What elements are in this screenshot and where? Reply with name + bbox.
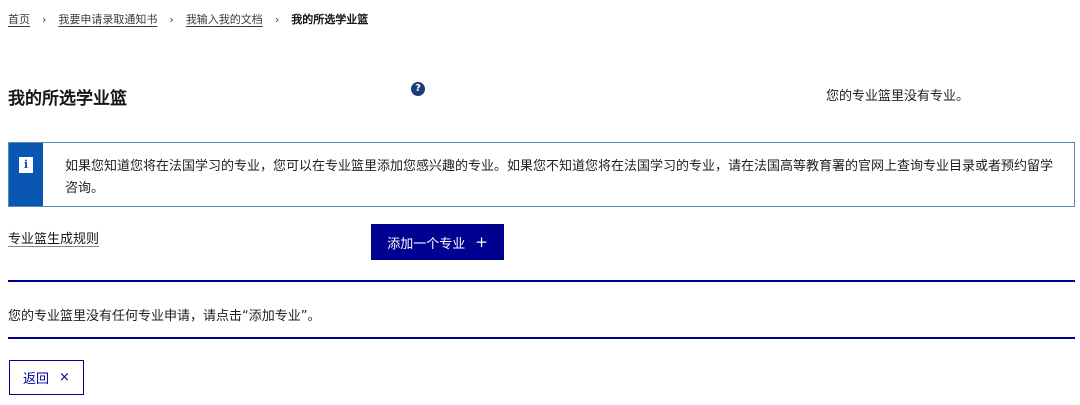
- empty-basket-message: 您的专业篮里没有任何专业申请，请点击“添加专业”。: [8, 309, 321, 324]
- divider-bottom: [8, 337, 1075, 339]
- plus-icon: +: [475, 232, 488, 251]
- breadcrumb-separator: ›: [274, 12, 280, 26]
- info-icon: i: [19, 157, 33, 173]
- notice-text: 如果您知道您将在法国学习的专业，您可以在专业篮里添加您感兴趣的专业。如果您不知道…: [65, 159, 1054, 196]
- breadcrumb-separator: ›: [42, 12, 47, 26]
- page-title: 我的所选学业篮: [8, 89, 127, 109]
- breadcrumb-current: 我的所选学业篮: [291, 13, 369, 26]
- breadcrumb-enter-documents[interactable]: 我输入我的文档: [186, 11, 263, 27]
- breadcrumb-home[interactable]: 首页: [8, 11, 30, 27]
- info-notice: i 如果您知道您将在法国学习的专业，您可以在专业篮里添加您感兴趣的专业。如果您不…: [8, 142, 1075, 207]
- breadcrumb-apply-admission[interactable]: 我要申请录取通知书: [58, 11, 157, 27]
- basket-rules-link[interactable]: 专业篮生成规则: [8, 228, 99, 247]
- add-program-label: 添加一个专业: [387, 236, 466, 252]
- divider-top: [8, 280, 1075, 282]
- close-icon: ×: [59, 370, 70, 385]
- notice-icon-bar: i: [9, 143, 43, 206]
- back-label: 返回: [23, 372, 50, 387]
- back-button[interactable]: 返回 ×: [9, 360, 84, 395]
- question-circle-icon[interactable]: ?: [411, 82, 425, 96]
- breadcrumb-separator: ›: [169, 12, 174, 26]
- breadcrumb: 首页 › 我要申请录取通知书 › 我输入我的文档 › 我的所选学业篮: [8, 11, 368, 27]
- basket-status-text: 您的专业篮里没有专业。: [826, 89, 970, 104]
- page: 首页 › 我要申请录取通知书 › 我输入我的文档 › 我的所选学业篮 我的所选学…: [0, 0, 1080, 405]
- add-program-button[interactable]: 添加一个专业 +: [371, 224, 504, 260]
